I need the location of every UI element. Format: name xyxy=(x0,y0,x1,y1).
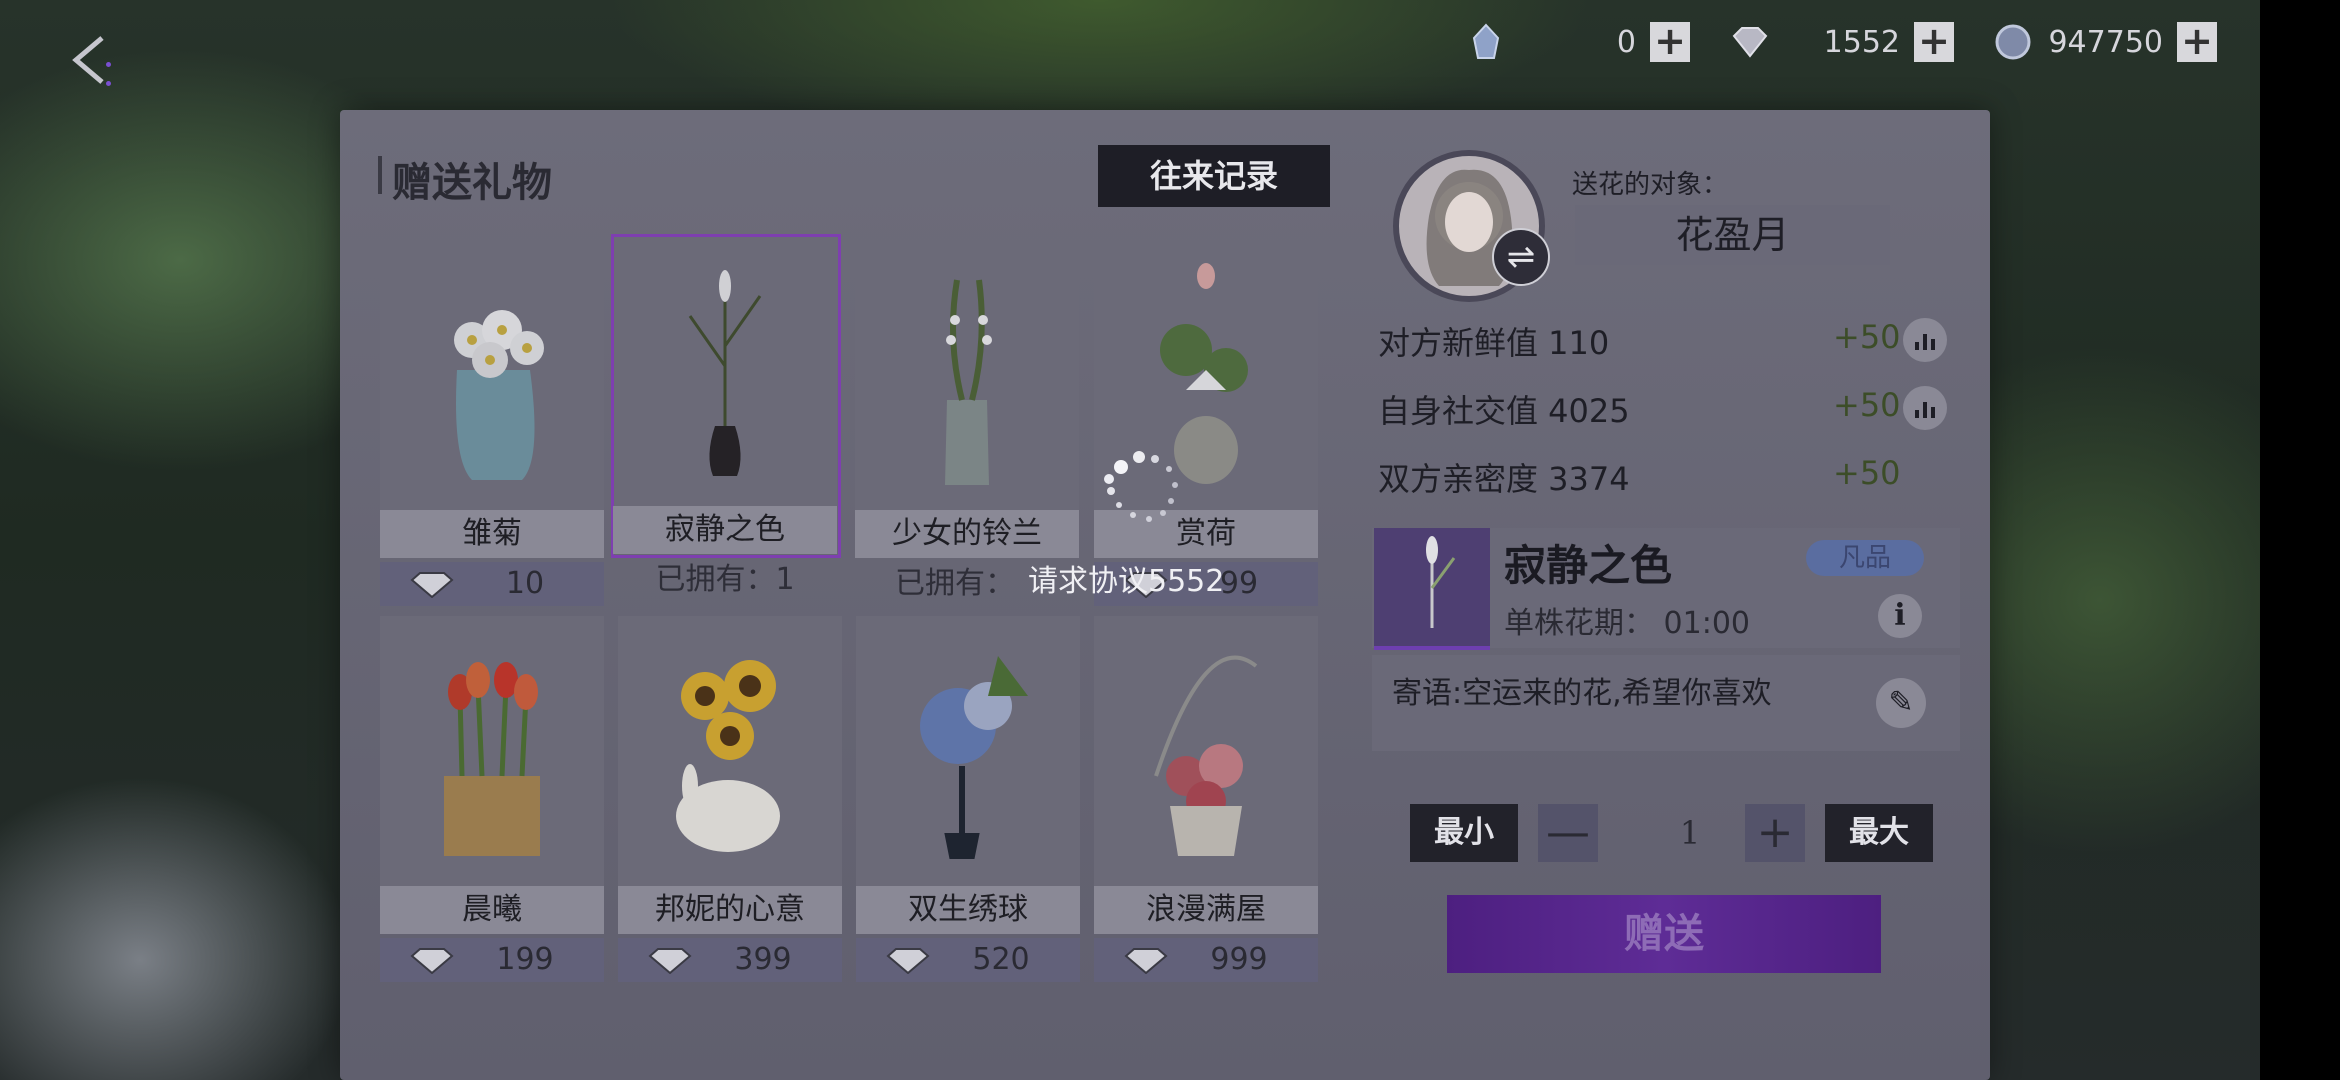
coin-icon xyxy=(1995,24,2031,60)
stat-social-bonus: +50 xyxy=(1833,386,1901,424)
diamond-icon xyxy=(1732,27,1768,58)
flower-name: 晨曦 xyxy=(380,886,604,934)
flower-card-silent-color[interactable]: 寂静之色 已拥有：1 xyxy=(611,234,841,597)
crystal-count: 0 xyxy=(1616,24,1636,60)
flower-card-romantic-house[interactable]: 浪漫满屋 999 xyxy=(1094,616,1318,982)
coin-count: 947750 xyxy=(2048,24,2163,60)
flower-name: 浪漫满屋 xyxy=(1094,886,1318,934)
flower-price: 199 xyxy=(380,938,604,982)
max-quantity-button[interactable]: 最大 xyxy=(1825,804,1933,862)
swap-recipient-button[interactable]: ⇌ xyxy=(1492,228,1550,286)
rose-basket-icon xyxy=(1154,655,1258,856)
screen-edge-bar xyxy=(2260,0,2340,1080)
add-coin-button[interactable]: + xyxy=(2177,22,2217,62)
loading-text: 请求协议5552 xyxy=(1028,564,1225,599)
diamond-icon xyxy=(410,948,454,974)
recipient-label: 送花的对象： xyxy=(1572,170,1729,200)
flower-price: 520 xyxy=(856,938,1080,982)
flower-card-twin-hydrangea[interactable]: 双生绣球 520 xyxy=(856,616,1080,982)
selected-flower-name: 寂静之色 xyxy=(1504,541,1673,590)
decrease-quantity-button[interactable]: — xyxy=(1538,804,1598,862)
history-button[interactable]: 往来记录 xyxy=(1098,145,1330,207)
flower-price: 399 xyxy=(618,938,842,982)
stat-freshness: 对方新鲜值 110 xyxy=(1378,324,1610,362)
page-title: 赠送礼物 xyxy=(392,159,552,206)
stat-social: 自身社交值 4025 xyxy=(1378,392,1630,430)
diamond-icon xyxy=(1124,948,1168,974)
increase-quantity-button[interactable]: + xyxy=(1745,804,1805,862)
sunflower-bunny-icon xyxy=(676,660,780,852)
diamond-icon xyxy=(648,948,692,974)
flower-name: 寂静之色 xyxy=(613,506,837,554)
lily-of-valley-icon xyxy=(945,279,992,485)
flower-price: 999 xyxy=(1094,938,1318,982)
currency-diamond: 1552 + xyxy=(1730,20,1954,64)
daisy-bouquet-icon xyxy=(454,310,544,480)
stat-intimacy-bonus: +50 xyxy=(1833,454,1901,492)
flower-price: 10 xyxy=(380,562,604,606)
currency-coin: 947750 + xyxy=(1993,20,2217,64)
recipient-name: 花盈月 xyxy=(1575,205,1890,265)
back-dots-icon xyxy=(106,52,122,86)
diamond-icon xyxy=(410,572,454,598)
flower-owned: 已拥有：1 xyxy=(655,562,795,597)
add-diamond-button[interactable]: + xyxy=(1914,22,1954,62)
edit-message-icon[interactable]: ✎ xyxy=(1876,678,1926,728)
stat-intimacy: 双方亲密度 3374 xyxy=(1378,460,1630,498)
flower-period: 单株花期： 01:00 xyxy=(1504,606,1750,641)
add-crystal-button[interactable]: + xyxy=(1650,22,1690,62)
chart-bars-icon[interactable] xyxy=(1903,386,1947,430)
crystal-icon xyxy=(1472,23,1500,59)
loading-spinner-icon xyxy=(1104,451,1178,522)
flower-name: 邦妮的心意 xyxy=(618,886,842,934)
gift-message: 寄语:空运来的花,希望你喜欢 xyxy=(1392,676,1772,711)
flower-name: 少女的铃兰 xyxy=(855,510,1079,558)
quantity-value[interactable]: 1 xyxy=(1640,804,1740,862)
info-icon[interactable]: i xyxy=(1878,594,1922,638)
tulip-basket-icon xyxy=(444,662,540,856)
flower-card-bonnie[interactable]: 邦妮的心意 399 xyxy=(618,616,842,982)
stat-freshness-bonus: +50 xyxy=(1833,318,1901,356)
lily-vase-icon xyxy=(688,270,762,476)
chart-bars-icon[interactable] xyxy=(1903,318,1947,362)
diamond-count: 1552 xyxy=(1823,24,1900,60)
title-accent xyxy=(378,156,382,194)
min-quantity-button[interactable]: 最小 xyxy=(1410,804,1518,862)
hydrangea-icon xyxy=(920,656,1028,859)
diamond-icon xyxy=(886,948,930,974)
selected-flower-thumbnail xyxy=(1374,528,1490,650)
flower-name: 雏菊 xyxy=(380,510,604,558)
flower-card-dawn[interactable]: 晨曦 199 xyxy=(380,616,604,982)
flower-card-lily-of-valley[interactable]: 少女的铃兰 已拥有： xyxy=(855,240,1079,601)
currency-crystal: 0 + xyxy=(1466,20,1690,64)
grade-badge: 凡品 xyxy=(1806,540,1924,576)
flower-card-daisy[interactable]: 雏菊 10 xyxy=(380,240,604,606)
flower-name: 双生绣球 xyxy=(856,886,1080,934)
lily-thumb-icon xyxy=(1426,536,1456,628)
send-gift-button[interactable]: 赠送 xyxy=(1447,895,1881,973)
